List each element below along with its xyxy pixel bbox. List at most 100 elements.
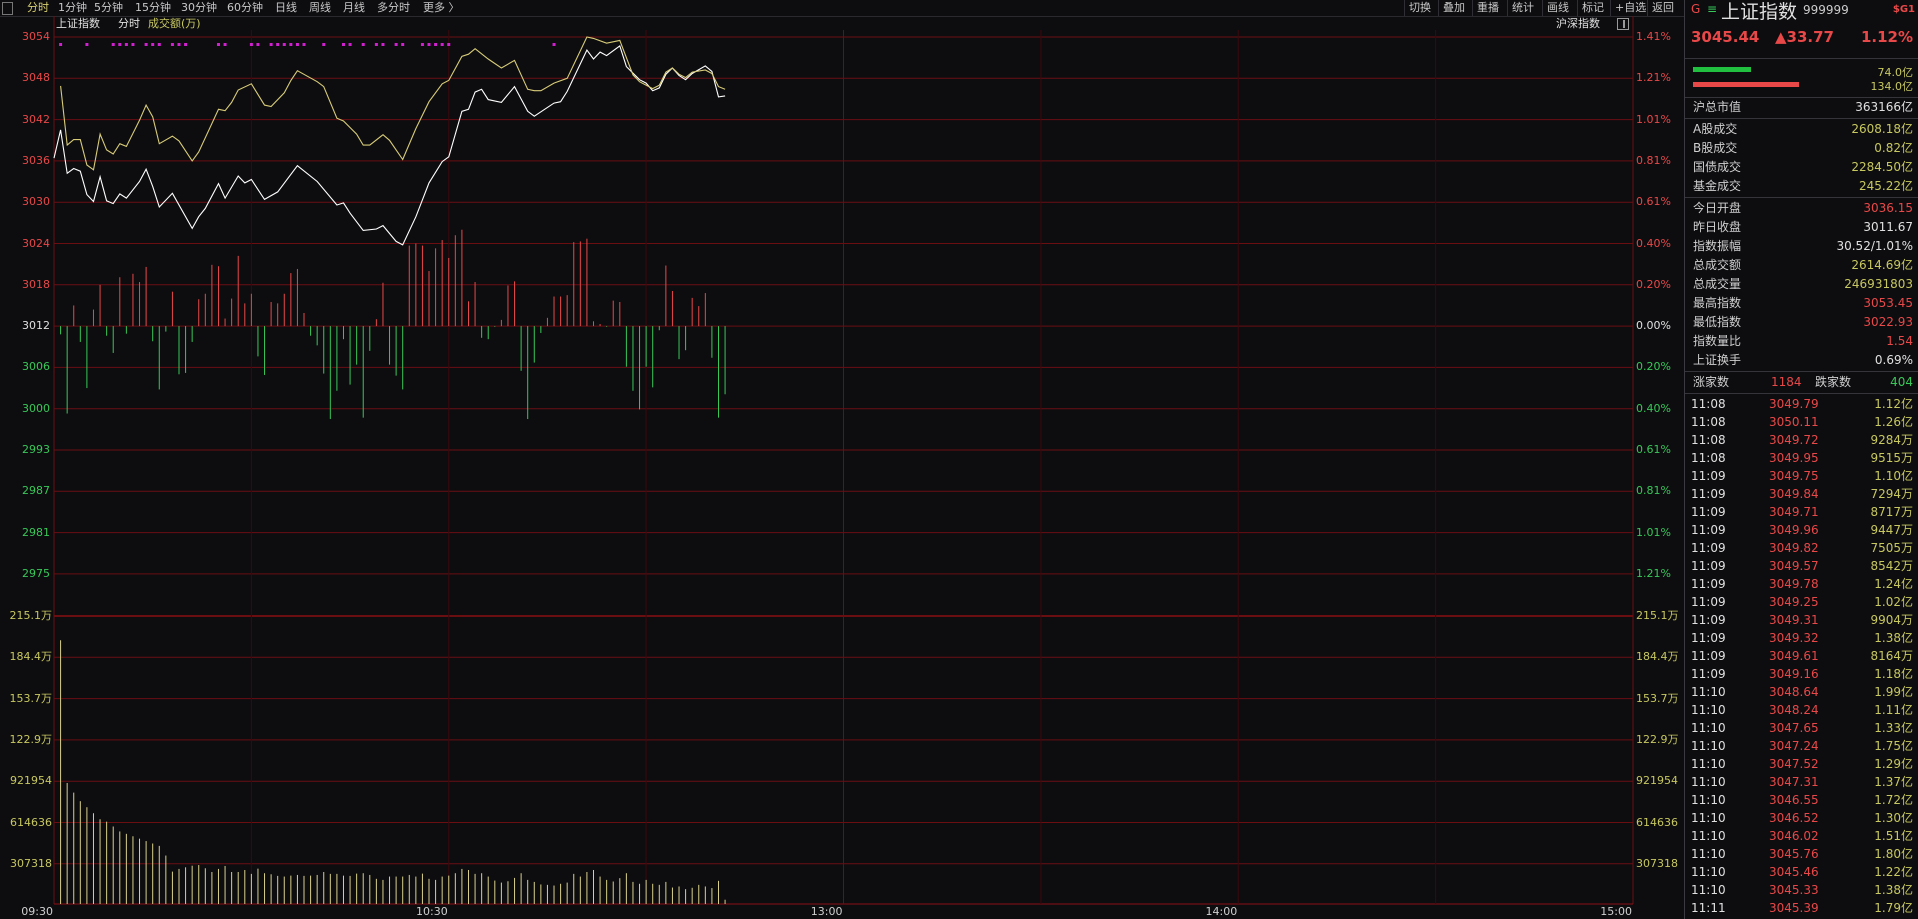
tick-price: 3049.82 (1769, 541, 1819, 555)
advance-label: 涨家数 (1693, 375, 1730, 389)
volume-tick-label-right: 215.1万 (1636, 609, 1679, 622)
index-line (53, 45, 726, 246)
stat-index-3-value: 2614.69亿 (1851, 258, 1913, 272)
time-tick-label: 10:30 (416, 905, 448, 918)
stat-index-4-value: 246931803 (1844, 277, 1913, 291)
price-tick-label: 3048 (22, 71, 50, 85)
signal-marker (295, 43, 299, 46)
tick-amount: 1.12亿 (1874, 397, 1913, 411)
tick-price: 3047.24 (1769, 739, 1819, 753)
intraday-chart[interactable] (0, 0, 1684, 919)
tick-row: 11:10 3047.31 1.37亿 (1685, 773, 1918, 791)
stat-index-0-value: 3036.15 (1863, 201, 1913, 215)
stat-index-7: 指数量比 1.54 (1685, 332, 1918, 351)
tick-row: 11:09 3049.25 1.02亿 (1685, 593, 1918, 611)
tick-row: 11:10 3045.46 1.22亿 (1685, 863, 1918, 881)
stat-trade-3-value: 245.22亿 (1859, 179, 1913, 193)
signal-marker (282, 43, 286, 46)
tick-price: 3047.65 (1769, 721, 1819, 735)
signal-marker (302, 43, 306, 46)
tick-price: 3049.25 (1769, 595, 1819, 609)
chart-mode-label: 分时 (118, 17, 140, 30)
tick-time: 11:09 (1691, 631, 1726, 645)
overlay-index-label[interactable]: 沪深指数 (1556, 17, 1600, 30)
tick-price: 3047.52 (1769, 757, 1819, 771)
last-price: 3045.44 (1691, 28, 1760, 46)
signal-marker (401, 43, 405, 46)
tick-row: 11:09 3049.31 9904万 (1685, 611, 1918, 629)
tick-row: 11:08 3049.79 1.12亿 (1685, 395, 1918, 413)
percent-tick-label: 0.00% (1636, 319, 1671, 333)
stat-trade-1-value: 0.82亿 (1874, 141, 1913, 155)
tick-amount: 1.80亿 (1874, 847, 1913, 861)
time-tick-label: 13:00 (810, 905, 843, 918)
tick-amount: 1.38亿 (1874, 631, 1913, 645)
tick-price: 3049.57 (1769, 559, 1819, 573)
tick-amount: 1.24亿 (1874, 577, 1913, 591)
signal-marker (170, 43, 174, 46)
tick-amount: 1.30亿 (1874, 811, 1913, 825)
decline-label: 跌家数 (1815, 375, 1852, 389)
time-tick-label: 14:00 (1205, 905, 1238, 918)
signal-marker (151, 43, 155, 46)
signal-marker (440, 43, 444, 46)
stat-trade-0: A股成交 2608.18亿 (1685, 120, 1918, 139)
tick-time: 11:08 (1691, 397, 1726, 411)
volume-tick-label: 184.4万 (9, 650, 53, 664)
tick-amount: 1.11亿 (1874, 703, 1913, 717)
stat-index-7-label: 指数量比 (1693, 334, 1742, 348)
tick-amount: 1.75亿 (1874, 739, 1913, 753)
tick-time: 11:09 (1691, 595, 1726, 609)
tick-amount: 1.37亿 (1874, 775, 1913, 789)
stat-trade-3: 基金成交 245.22亿 (1685, 177, 1918, 196)
sell-amount: 134.0亿 (1870, 80, 1914, 93)
signal-marker (348, 43, 352, 46)
stat-market-cap-value: 363166亿 (1855, 100, 1913, 114)
tick-price: 3049.79 (1769, 397, 1819, 411)
volume-tick-label-right: 122.9万 (1636, 732, 1679, 746)
tick-time: 11:09 (1691, 487, 1726, 501)
volume-tick-label-right: 921954 (1636, 774, 1678, 788)
tick-row: 11:09 3049.61 8164万 (1685, 647, 1918, 665)
signal-marker (394, 43, 398, 46)
tick-time: 11:09 (1691, 505, 1726, 519)
menu-icon[interactable]: ≡ (1707, 2, 1717, 16)
overlay-toggle-icon[interactable] (1617, 18, 1629, 30)
signal-marker (276, 43, 280, 46)
price-tick-label: 3018 (22, 277, 50, 291)
tick-row: 11:10 3046.52 1.30亿 (1685, 809, 1918, 827)
tick-time: 11:10 (1691, 811, 1726, 825)
tick-price: 3049.78 (1769, 577, 1819, 591)
tick-row: 11:08 3050.11 1.26亿 (1685, 413, 1918, 431)
percent-tick-label: 0.20% (1636, 277, 1671, 291)
tick-row: 11:10 3047.24 1.75亿 (1685, 737, 1918, 755)
stat-index-6-value: 3022.93 (1863, 315, 1913, 329)
signal-marker (427, 43, 431, 46)
tick-amount: 1.38亿 (1874, 883, 1913, 897)
stat-market-cap-label: 沪总市值 (1693, 100, 1742, 114)
tick-time: 11:10 (1691, 829, 1726, 843)
stat-trade-3-label: 基金成交 (1693, 179, 1742, 193)
tick-time: 11:09 (1691, 469, 1726, 483)
sell-amount-bar (1693, 82, 1853, 87)
tick-amount: 1.72亿 (1874, 793, 1913, 807)
tick-row: 11:10 3045.76 1.80亿 (1685, 845, 1918, 863)
signal-marker (184, 43, 188, 46)
signal-marker (434, 43, 438, 46)
tick-row: 11:10 3048.24 1.11亿 (1685, 701, 1918, 719)
signal-marker (85, 43, 89, 46)
price-tick-label: 3012 (22, 319, 50, 333)
stat-index-8: 上证换手 0.69% (1685, 351, 1918, 370)
stat-index-5: 最高指数 3053.45 (1685, 294, 1918, 313)
tick-amount: 8717万 (1870, 505, 1913, 519)
stat-index-8-value: 0.69% (1874, 353, 1913, 367)
indicator-label[interactable]: 成交额(万) (148, 17, 201, 30)
price-change-pct: 1.12% (1860, 28, 1913, 46)
signal-marker (249, 43, 253, 46)
tick-time: 11:09 (1691, 649, 1726, 663)
tick-row: 11:09 3049.84 7294万 (1685, 485, 1918, 503)
tick-price: 3049.32 (1769, 631, 1819, 645)
stat-index-6: 最低指数 3022.93 (1685, 313, 1918, 332)
stat-index-3: 总成交额 2614.69亿 (1685, 256, 1918, 275)
stat-trade-1: B股成交 0.82亿 (1685, 139, 1918, 158)
